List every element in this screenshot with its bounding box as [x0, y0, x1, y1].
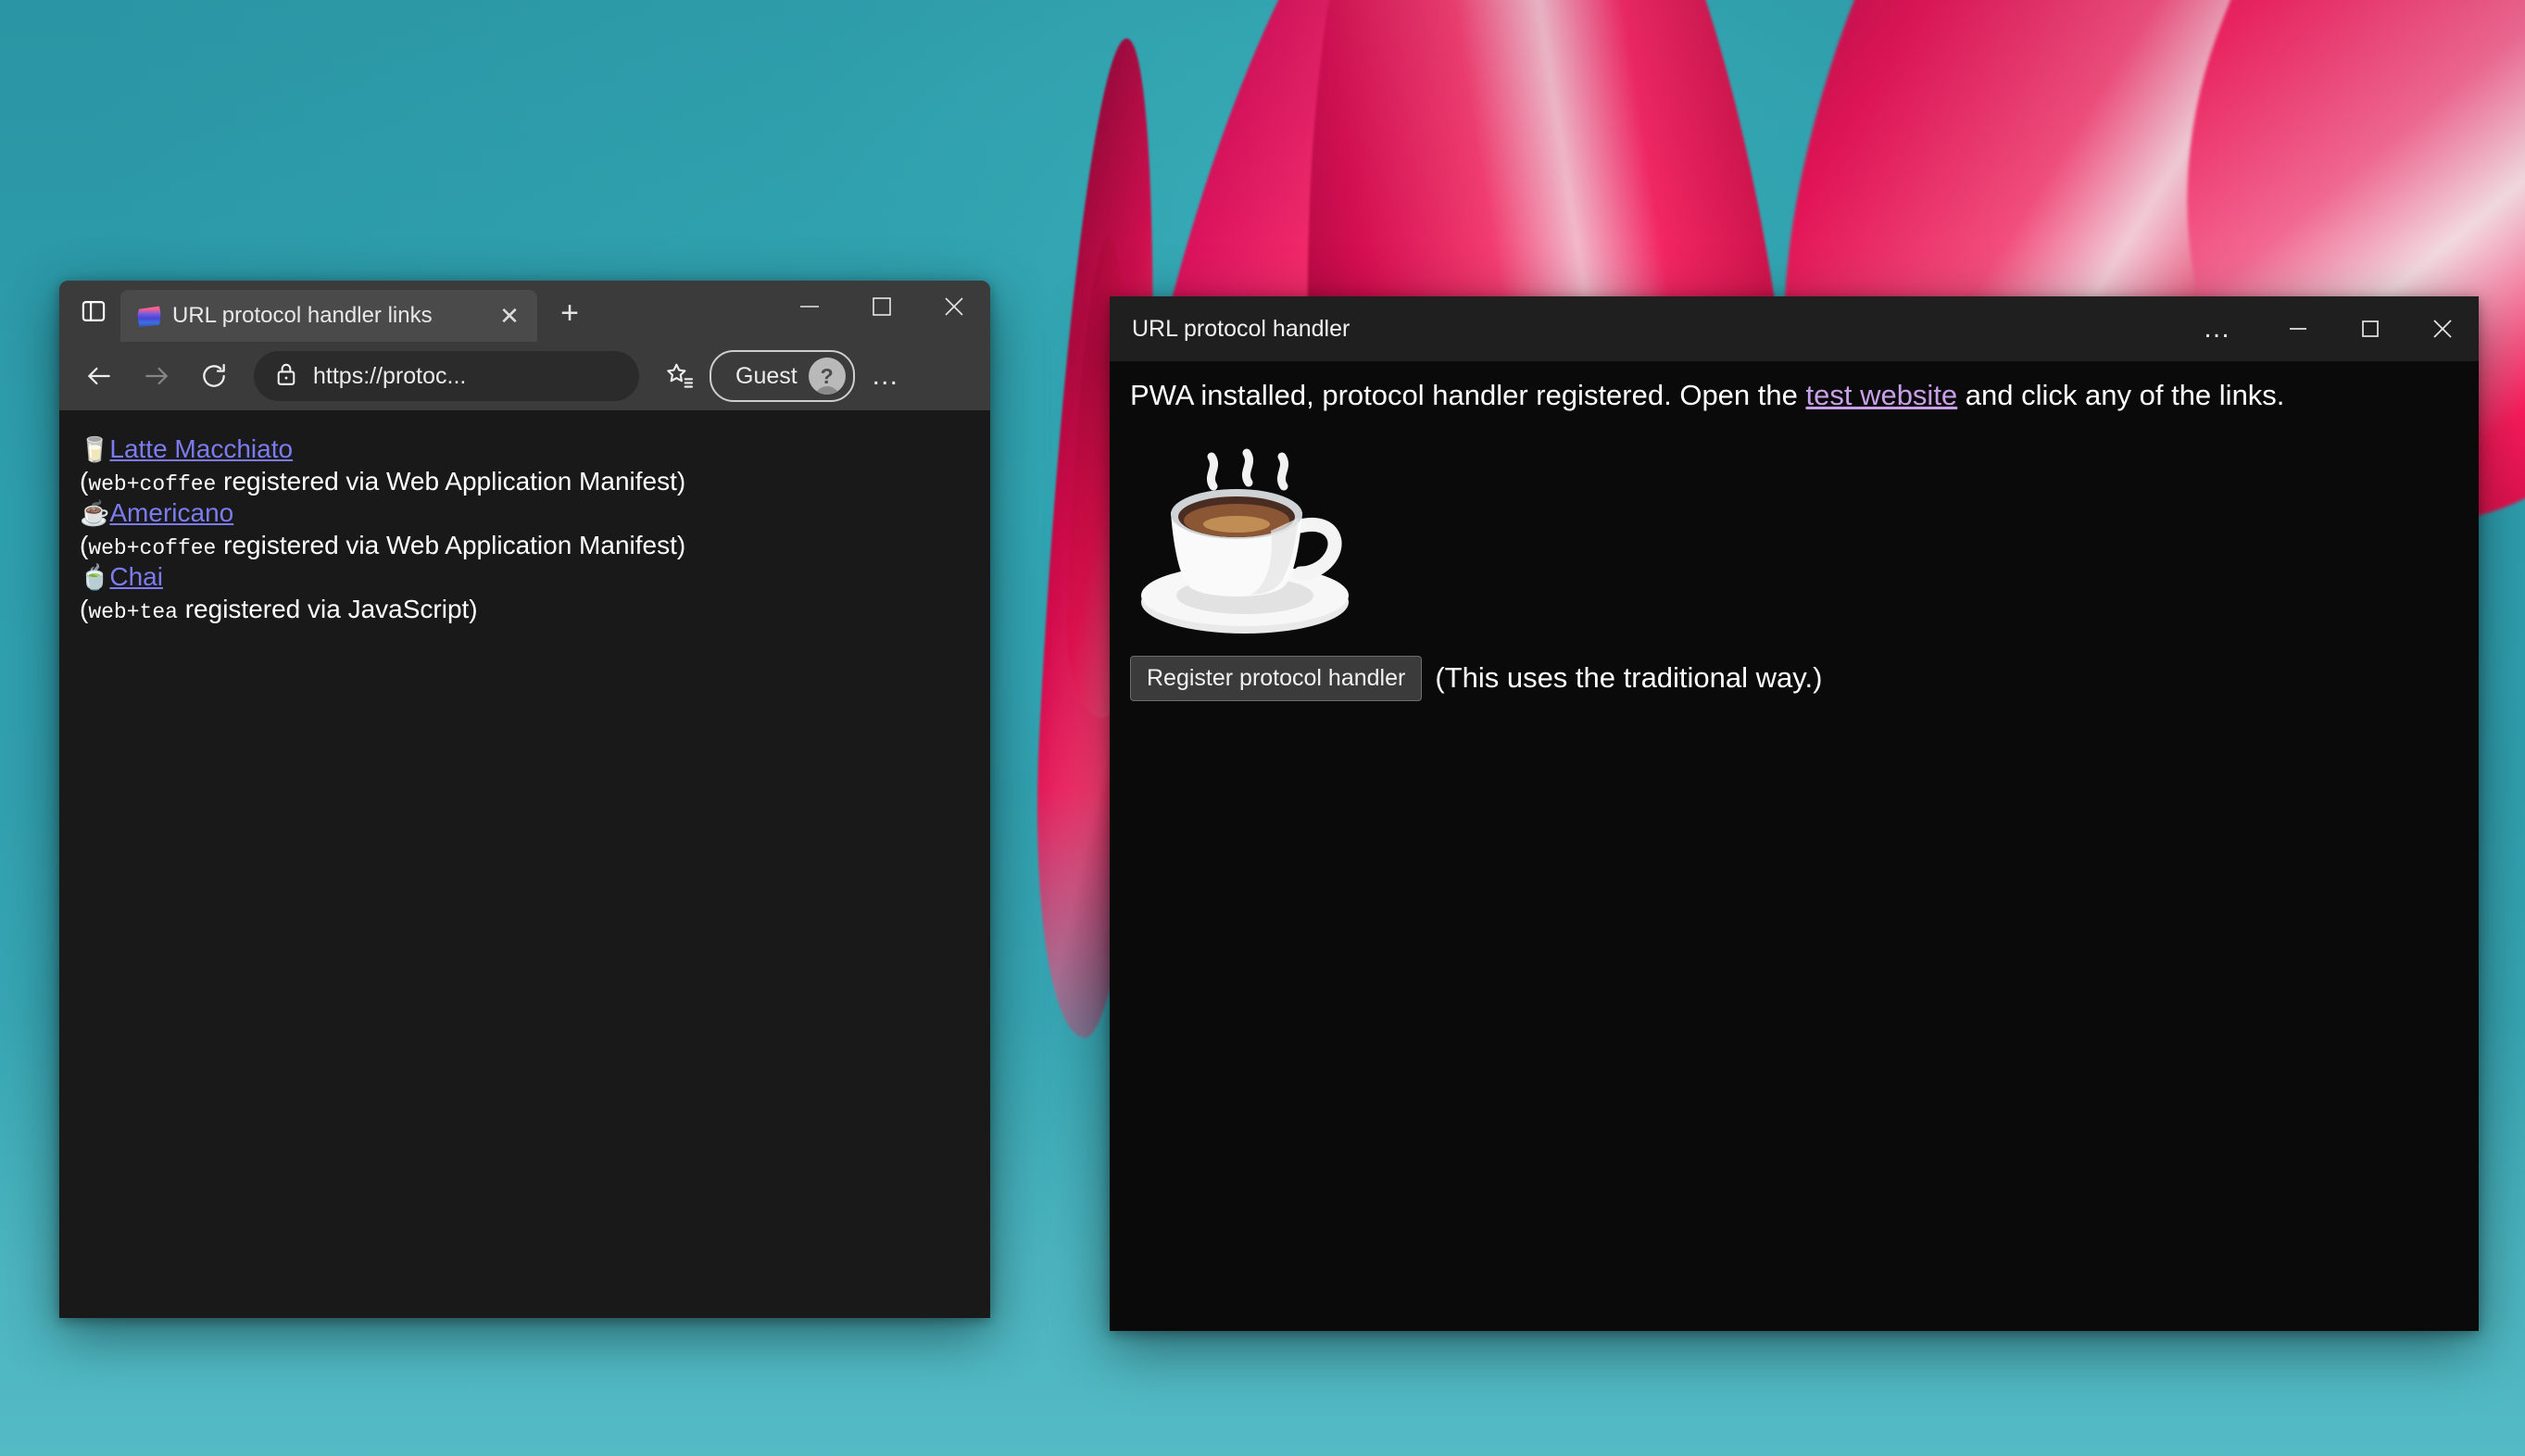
desktop: URL protocol handler links ✕ + https://p…	[0, 0, 2525, 1456]
browser-more-icon[interactable]: …	[859, 349, 912, 403]
list-item: ☕Americano	[80, 498, 990, 530]
teacup-emoji: 🍵	[80, 563, 110, 591]
status-text-before: PWA installed, protocol handler register…	[1130, 379, 1806, 411]
close-icon[interactable]	[2406, 296, 2479, 361]
note-open-paren: (	[80, 595, 89, 623]
refresh-icon[interactable]	[187, 349, 241, 403]
tab-close-icon[interactable]: ✕	[493, 299, 526, 333]
pwa-page-content: PWA installed, protocol handler register…	[1110, 361, 2479, 1331]
tab-favicon-icon	[137, 306, 161, 327]
forward-arrow-icon[interactable]	[130, 349, 183, 403]
lock-icon	[274, 361, 298, 392]
protocol-link-americano[interactable]: Americano	[109, 498, 233, 527]
pwa-window-controls: …	[2173, 296, 2479, 361]
scheme-name: web+tea	[88, 600, 178, 624]
minimize-icon[interactable]	[773, 281, 846, 333]
hot-beverage-emoji	[1134, 429, 1384, 646]
back-arrow-icon[interactable]	[72, 349, 126, 403]
hot-beverage-emoji: ☕	[80, 499, 110, 527]
status-text-after: and click any of the links.	[1957, 379, 2285, 411]
scheme-name: web+coffee	[88, 536, 217, 560]
new-tab-button[interactable]: +	[545, 288, 595, 338]
note-open-paren: (	[80, 467, 89, 496]
test-website-link[interactable]: test website	[1805, 379, 1957, 411]
profile-label: Guest	[735, 362, 798, 389]
avatar: ?	[808, 358, 846, 395]
address-bar-text: https://protoc...	[313, 362, 467, 389]
glass-of-milk-emoji: 🥛	[80, 435, 110, 463]
scheme-name: web+coffee	[88, 472, 217, 496]
avatar-badge: ?	[820, 363, 834, 388]
register-protocol-handler-button[interactable]: Register protocol handler	[1130, 655, 1423, 701]
browser-window[interactable]: URL protocol handler links ✕ + https://p…	[59, 281, 990, 1318]
profile-button[interactable]: Guest ?	[710, 350, 855, 402]
list-item-note: (web+coffee registered via Web Applicati…	[80, 466, 990, 498]
browser-tab-strip: URL protocol handler links ✕ +	[59, 281, 990, 342]
tab-title: URL protocol handler links	[172, 303, 433, 328]
address-bar[interactable]: https://protoc...	[254, 351, 639, 401]
browser-window-controls	[773, 281, 990, 333]
browser-toolbar: https://protoc... Guest ? …	[59, 342, 990, 410]
note-open-paren: (	[80, 531, 89, 559]
note-text: registered via Web Application Manifest)	[216, 467, 686, 496]
minimize-icon[interactable]	[2262, 296, 2334, 361]
pwa-status-text: PWA installed, protocol handler register…	[1130, 378, 2458, 414]
maximize-icon[interactable]	[2334, 296, 2406, 361]
note-text: registered via Web Application Manifest)	[216, 531, 686, 559]
list-item-note: (web+tea registered via JavaScript)	[80, 594, 990, 626]
protocol-link-chai[interactable]: Chai	[109, 562, 163, 591]
protocol-link-latte-macchiato[interactable]: Latte Macchiato	[109, 434, 293, 463]
browser-tab[interactable]: URL protocol handler links ✕	[120, 290, 537, 342]
maximize-icon[interactable]	[846, 281, 918, 333]
pwa-more-icon[interactable]: …	[2173, 296, 2262, 361]
pwa-window[interactable]: URL protocol handler … PWA installed, pr…	[1110, 296, 2479, 1331]
list-item-note: (web+coffee registered via Web Applicati…	[80, 530, 990, 562]
list-item: 🥛Latte Macchiato	[80, 434, 990, 466]
browser-page-content: 🥛Latte Macchiato (web+coffee registered …	[59, 410, 990, 1318]
pwa-action-row: Register protocol handler (This uses the…	[1130, 655, 2458, 701]
tab-actions-icon[interactable]	[67, 284, 120, 338]
favorites-icon[interactable]	[652, 349, 706, 403]
register-button-note: (This uses the traditional way.)	[1435, 661, 1823, 695]
pwa-titlebar[interactable]: URL protocol handler …	[1110, 296, 2479, 361]
note-text: registered via JavaScript)	[177, 595, 478, 623]
list-item: 🍵Chai	[80, 562, 990, 594]
close-icon[interactable]	[918, 281, 990, 333]
page-title: URL protocol handler	[1132, 315, 1350, 342]
